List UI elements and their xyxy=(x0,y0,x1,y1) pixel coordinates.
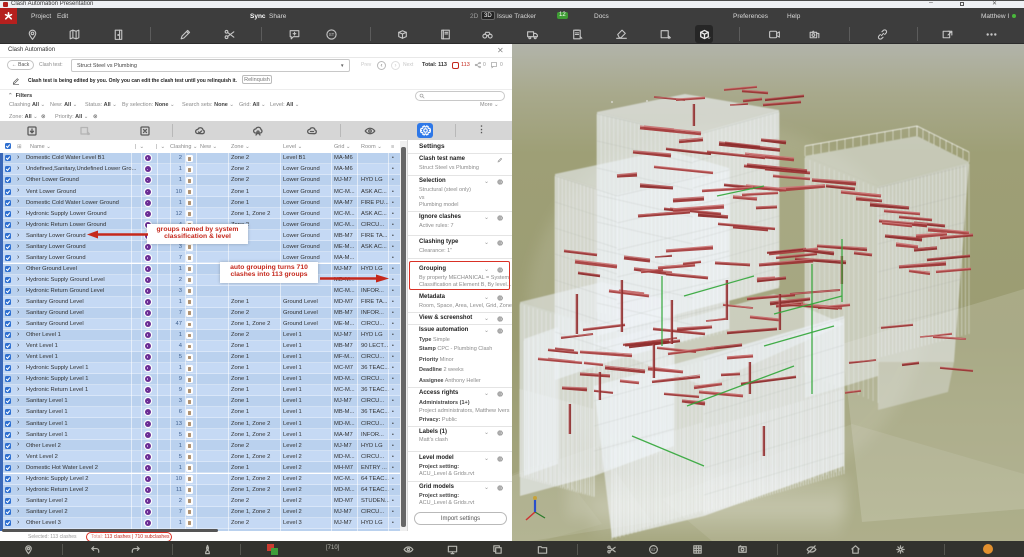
svg-text:ST: ST xyxy=(651,547,656,551)
svg-text:ST: ST xyxy=(328,32,334,37)
svg-text:↻: ↻ xyxy=(707,35,710,39)
